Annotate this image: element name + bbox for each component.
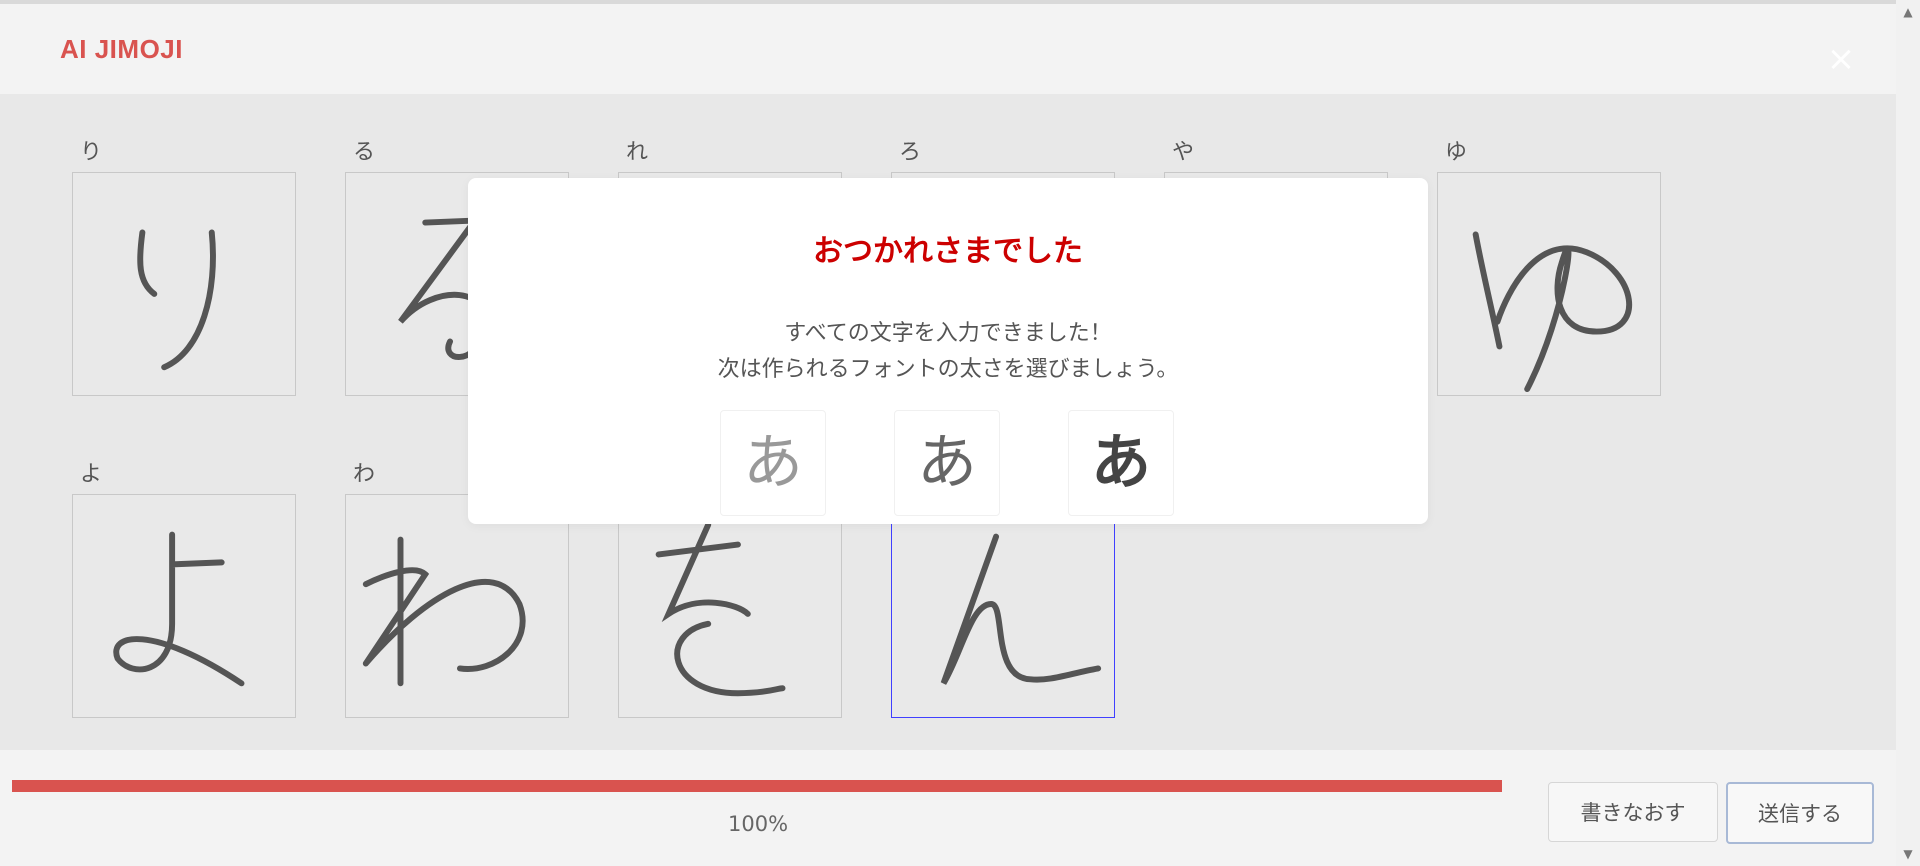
header: AI JIMOJI × — [0, 4, 1896, 94]
weight-sample-glyph: あ — [743, 428, 803, 498]
drawing-canvas[interactable] — [72, 172, 296, 396]
rewrite-button[interactable]: 書きなおす — [1548, 782, 1718, 842]
modal-message-line1: すべての文字を入力できました！ — [784, 321, 1112, 346]
progress-fill — [12, 780, 1502, 792]
send-button[interactable]: 送信する — [1726, 782, 1874, 844]
char-label: ゆ — [1445, 140, 1468, 165]
modal-title: おつかれさまでした — [813, 234, 1083, 269]
char-label: る — [353, 140, 376, 165]
drawing-canvas[interactable] — [72, 494, 296, 718]
scroll-up-icon[interactable]: ▲ — [1896, 2, 1920, 22]
scrollbar[interactable]: ▲ ▼ — [1896, 0, 1920, 866]
char-label: や — [1172, 140, 1195, 165]
scroll-down-icon[interactable]: ▼ — [1896, 844, 1920, 864]
modal-message: すべての文字を入力できました！ 次は作られるフォントの太さを選びましょう。 — [468, 316, 1428, 388]
drawing-canvas[interactable] — [1437, 172, 1661, 396]
close-icon[interactable]: × — [1826, 42, 1856, 76]
weight-sample-glyph: あ — [917, 428, 977, 498]
font-weight-thin-option[interactable]: あ — [720, 410, 826, 516]
char-label: わ — [353, 462, 376, 487]
completion-modal: おつかれさまでした すべての文字を入力できました！ 次は作られるフォントの太さを… — [468, 178, 1428, 524]
app-title: AI JIMOJI — [60, 34, 183, 64]
char-label: れ — [626, 140, 649, 165]
char-label: り — [80, 140, 103, 165]
modal-message-line2: 次は作られるフォントの太さを選びましょう。 — [717, 357, 1179, 382]
font-weight-regular-option[interactable]: あ — [894, 410, 1000, 516]
drawing-canvas[interactable] — [618, 494, 842, 718]
char-label: ろ — [899, 140, 922, 165]
weight-sample-glyph: あ — [1091, 428, 1151, 498]
progress-bar — [12, 780, 1502, 792]
drawing-canvas-active[interactable] — [891, 494, 1115, 718]
footer: 100% 書きなおす 送信する — [0, 750, 1896, 866]
char-label: よ — [80, 462, 103, 487]
drawing-canvas[interactable] — [345, 494, 569, 718]
progress-text: 100% — [728, 812, 789, 836]
font-weight-bold-option[interactable]: あ — [1068, 410, 1174, 516]
